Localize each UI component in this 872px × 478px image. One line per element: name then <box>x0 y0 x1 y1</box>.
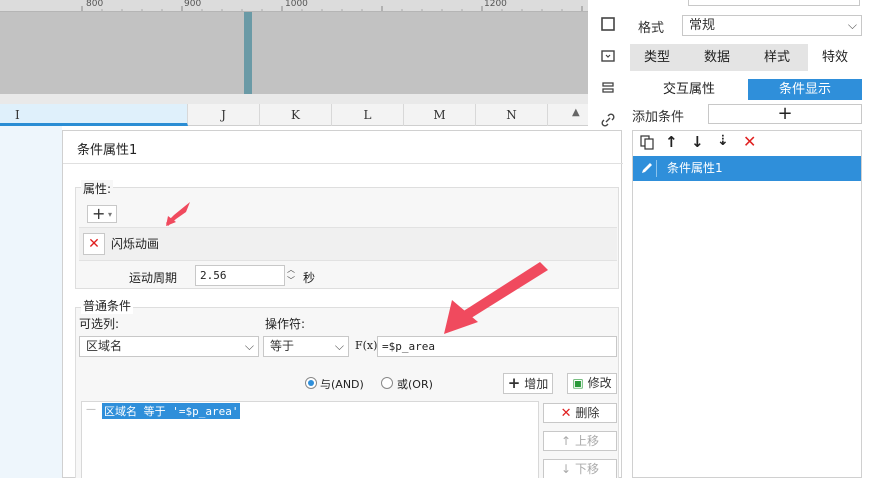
column-label: 可选列: <box>79 317 120 331</box>
operator-select[interactable]: 等于 ⌵ <box>263 336 349 357</box>
property-group-label: 属性: <box>81 180 114 197</box>
move-up-label: 上移 <box>574 434 599 448</box>
condition-attribute-dialog: 条件属性1 属性: + ▾ ✕ 闪烁动画 运动周期 2.56 ︿ ﹀ 秒 普通条件 … <box>62 130 623 478</box>
modify-button[interactable]: ▣ 修改 <box>567 373 617 394</box>
column-header-row: I J K L M N ▲ <box>0 104 588 126</box>
pencil-icon <box>639 160 657 177</box>
stepper-down-icon[interactable]: ﹀ <box>285 275 297 286</box>
column-header-i[interactable]: I <box>0 104 188 126</box>
sheet-area[interactable] <box>0 126 62 478</box>
tab-effects[interactable]: 特效 <box>808 44 862 71</box>
horizontal-ruler: 800 900 1000 1200 <box>0 0 588 12</box>
formula-button[interactable]: F(x) <box>355 336 378 357</box>
operator-label: 操作符: <box>265 317 306 331</box>
add-property-button[interactable]: + ▾ <box>87 205 117 223</box>
tab-type[interactable]: 类型 <box>630 44 684 71</box>
format-select[interactable]: 常规 ⌵ <box>682 15 862 36</box>
widget-frame-icon[interactable] <box>588 42 628 70</box>
list-item-label: 条件属性1 <box>667 161 723 175</box>
move-up-button[interactable]: ↑ 上移 <box>543 431 617 451</box>
property-panel: 格式 常规 ⌵ 类型 数据 样式 特效 交互属性 条件显示 添加条件 + ↑ ↓… <box>630 0 872 478</box>
normal-condition-label: 普通条件 <box>81 297 134 314</box>
add-condition-button[interactable]: + <box>708 104 862 124</box>
chevron-down-icon: ⌵ <box>244 339 254 353</box>
operator-value: 等于 <box>270 339 295 353</box>
panel-top-strip <box>630 0 872 8</box>
period-stepper[interactable]: ︿ ﹀ <box>285 264 297 287</box>
column-value: 区域名 <box>86 339 123 353</box>
and-radio[interactable] <box>305 377 317 389</box>
scroll-up-icon[interactable]: ▲ <box>572 104 580 122</box>
move-bottom-icon[interactable]: ⇣ <box>717 133 729 149</box>
effect-name: 闪烁动画 <box>111 237 160 251</box>
chevron-down-icon: ⌵ <box>334 339 344 353</box>
list-item[interactable]: 条件属性1 <box>633 156 861 181</box>
copy-icon[interactable] <box>639 134 655 153</box>
add-button[interactable]: + 增加 <box>503 373 553 394</box>
move-down-label: 下移 <box>574 462 599 476</box>
column-header-j[interactable]: J <box>188 104 260 126</box>
radio-dot <box>308 380 314 386</box>
formula-input[interactable]: =$p_area <box>377 336 617 357</box>
column-header-m[interactable]: M <box>404 104 476 126</box>
square-icon[interactable] <box>588 10 628 38</box>
column-header-k[interactable]: K <box>260 104 332 126</box>
delete-button[interactable]: ✕ 删除 <box>543 403 617 423</box>
dialog-divider <box>63 163 623 164</box>
column-select[interactable]: 区域名 ⌵ <box>79 336 259 357</box>
delete-label: 删除 <box>575 406 600 420</box>
tab-data[interactable]: 数据 <box>690 44 744 71</box>
move-up-icon[interactable]: ↑ <box>665 133 678 151</box>
add-condition-label: 添加条件 <box>632 110 685 125</box>
period-label: 运动周期 <box>129 271 178 285</box>
arrow-down-icon: ↓ <box>561 462 572 476</box>
add-symbol: + <box>92 204 106 223</box>
effect-row <box>79 227 617 261</box>
move-down-button[interactable]: ↓ 下移 <box>543 459 617 478</box>
canvas-widget-bar[interactable] <box>244 12 252 94</box>
tab-style[interactable]: 样式 <box>750 44 804 71</box>
remove-effect-button[interactable]: ✕ <box>83 233 105 255</box>
condition-list-panel: ↑ ↓ ⇣ ✕ 条件属性1 <box>632 130 862 478</box>
arrow-up-icon: ↑ <box>561 434 572 448</box>
subtab-interaction[interactable]: 交互属性 <box>632 79 746 100</box>
move-down-icon[interactable]: ↓ <box>691 133 704 151</box>
subtab-conditional-display[interactable]: 条件显示 <box>748 79 862 100</box>
tree-line: — <box>86 404 96 415</box>
period-unit: 秒 <box>303 271 316 285</box>
format-label: 格式 <box>638 21 665 36</box>
caret-down-icon: ▾ <box>108 210 113 219</box>
layers-icon[interactable] <box>588 74 628 102</box>
or-radio[interactable] <box>381 377 393 389</box>
delete-icon[interactable]: ✕ <box>743 132 756 151</box>
top-select-fragment[interactable] <box>688 0 860 6</box>
add-label: 增加 <box>524 377 549 391</box>
column-header-extra <box>548 104 588 126</box>
condition-list-toolbar: ↑ ↓ ⇣ ✕ <box>633 131 861 155</box>
modify-icon: ▣ <box>572 376 584 390</box>
condition-item[interactable]: 区域名 等于 '=$p_area' <box>102 403 241 419</box>
stepper-up-icon[interactable]: ︿ <box>285 264 297 275</box>
ruler-ticks-graphic <box>81 6 583 11</box>
design-canvas[interactable] <box>0 12 588 94</box>
or-label: 或(OR) <box>397 378 433 391</box>
delete-icon: ✕ <box>560 406 572 421</box>
period-input[interactable]: 2.56 <box>195 265 285 286</box>
close-icon: ✕ <box>88 236 100 252</box>
plus-icon: + <box>507 374 521 392</box>
and-label: 与(AND) <box>320 378 364 391</box>
modify-label: 修改 <box>587 376 612 390</box>
chevron-down-icon: ⌵ <box>847 18 857 32</box>
fx-icon: F(x) <box>355 339 378 352</box>
dialog-title: 条件属性1 <box>77 143 138 158</box>
property-tabbar: 类型 数据 样式 特效 <box>630 44 862 71</box>
column-header-l[interactable]: L <box>332 104 404 126</box>
condition-tree: — 区域名 等于 '=$p_area' <box>81 401 539 478</box>
canvas-separator <box>0 94 588 104</box>
column-header-n[interactable]: N <box>476 104 548 126</box>
format-value: 常规 <box>689 18 716 33</box>
